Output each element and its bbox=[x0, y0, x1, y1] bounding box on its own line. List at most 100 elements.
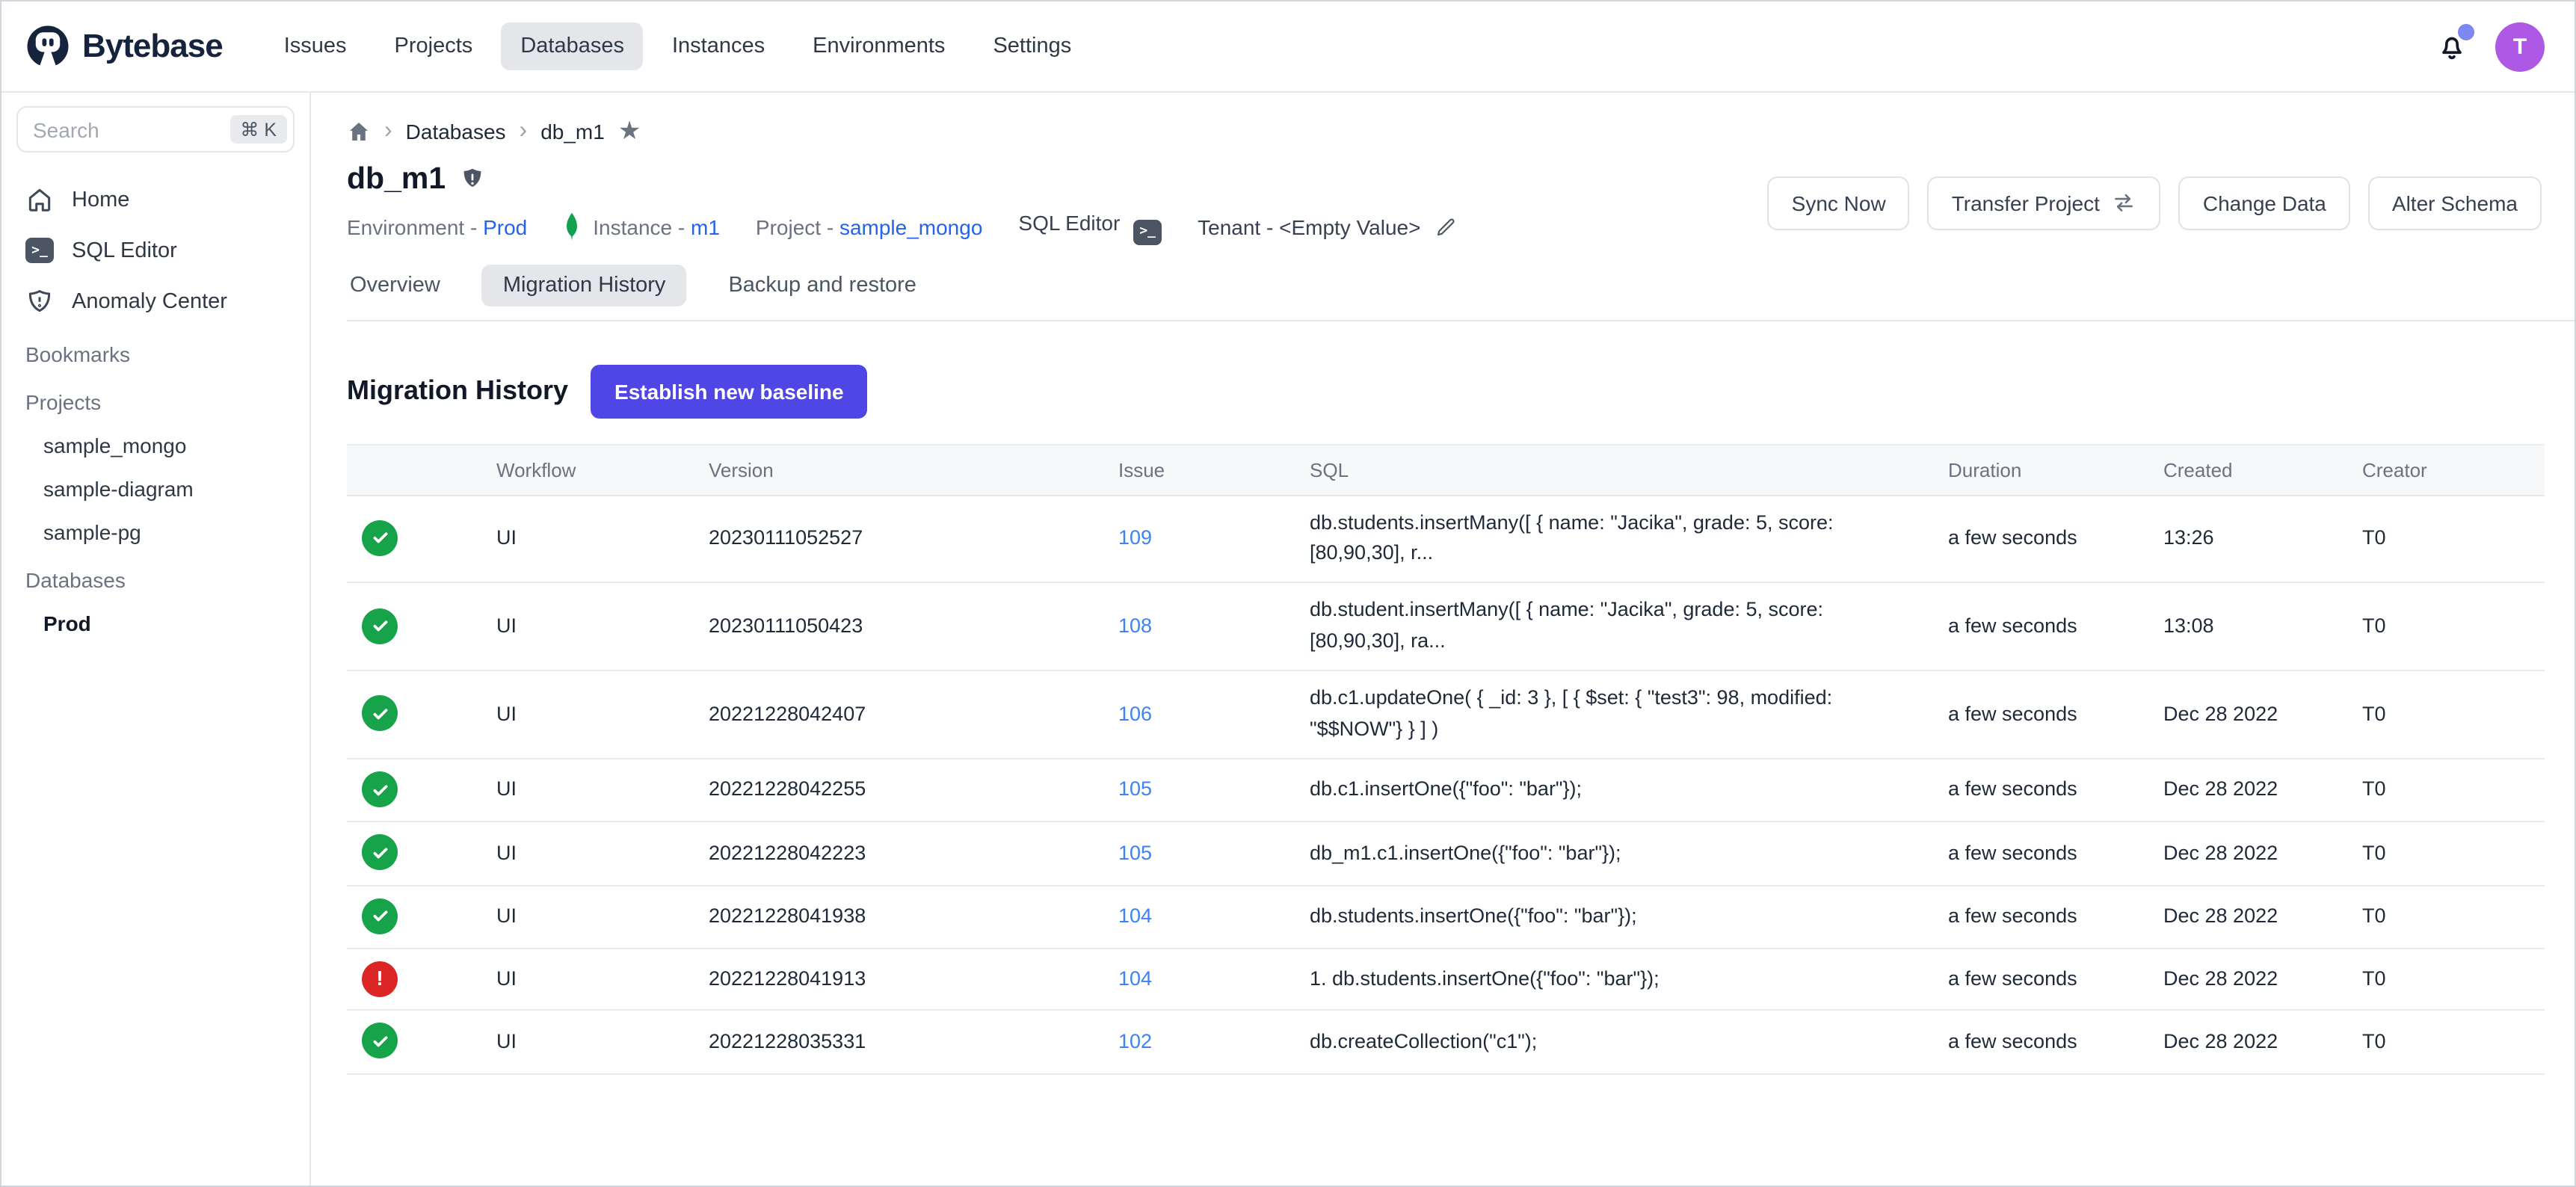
table-row[interactable]: UI20230111052527109db.students.insertMan… bbox=[347, 495, 2545, 583]
creator-cell: T0 bbox=[2347, 1011, 2545, 1074]
tab-migration-history[interactable]: Migration History bbox=[482, 264, 687, 306]
sql-editor-link[interactable]: SQL Editor >_ bbox=[1018, 211, 1162, 244]
table-row[interactable]: UI20221228041938 104 db.students.insertOne… bbox=[347, 886, 2545, 949]
version-cell: 20221228041913 bbox=[694, 949, 1103, 1011]
sql-cell: db_m1.c1.insertOne({"foo": "bar"}); bbox=[1295, 822, 1933, 886]
issue-link[interactable]: 105 bbox=[1118, 778, 1152, 801]
success-check-icon bbox=[362, 696, 398, 732]
created-cell: Dec 28 2022 bbox=[2148, 670, 2347, 759]
search-box[interactable]: ⌘ K bbox=[16, 106, 295, 152]
breadcrumb-db-m1[interactable]: db_m1 bbox=[540, 119, 605, 143]
issue-link[interactable]: 109 bbox=[1118, 526, 1152, 549]
issue-link[interactable]: 104 bbox=[1118, 904, 1152, 927]
shield-alert-icon[interactable] bbox=[459, 166, 486, 193]
tab-overview[interactable]: Overview bbox=[347, 264, 443, 306]
issue-link[interactable]: 104 bbox=[1118, 967, 1152, 990]
success-check-icon bbox=[362, 1023, 398, 1059]
sync-now-button[interactable]: Sync Now bbox=[1768, 176, 1910, 230]
status-cell: ! bbox=[347, 949, 481, 1011]
page-title: db_m1 bbox=[347, 161, 446, 197]
success-check-icon bbox=[362, 835, 398, 871]
nav-settings[interactable]: Settings bbox=[973, 22, 1091, 70]
sidebar-item-sql-editor[interactable]: >_ SQL Editor bbox=[16, 226, 295, 275]
sidebar-item-sample-diagram[interactable]: sample-diagram bbox=[16, 466, 295, 510]
shield-icon bbox=[25, 287, 54, 315]
section-title: Migration History bbox=[347, 375, 568, 407]
brand-name: Bytebase bbox=[82, 27, 223, 66]
success-check-icon bbox=[362, 898, 398, 934]
duration-cell: a few seconds bbox=[1933, 822, 2148, 886]
table-row[interactable]: !UI202212280419131041. db.students.inser… bbox=[347, 949, 2545, 1011]
sidebar-item-prod[interactable]: Prod bbox=[16, 601, 295, 644]
environment-link[interactable]: Prod bbox=[483, 216, 527, 240]
workflow-cell: UI bbox=[481, 670, 694, 759]
alter-schema-button[interactable]: Alter Schema bbox=[2368, 176, 2542, 230]
version-cell: 20221228035331 bbox=[694, 1011, 1103, 1074]
success-check-icon bbox=[362, 771, 398, 807]
issue-cell: 104 bbox=[1103, 949, 1295, 1011]
duration-cell: a few seconds bbox=[1933, 886, 2148, 949]
avatar[interactable]: T bbox=[2495, 22, 2545, 71]
terminal-icon: >_ bbox=[25, 238, 54, 263]
duration-cell: a few seconds bbox=[1933, 1011, 2148, 1074]
edit-pencil-icon[interactable] bbox=[1434, 216, 1458, 240]
breadcrumb-home-icon[interactable] bbox=[347, 119, 371, 143]
project-meta: Project - sample_mongo bbox=[756, 216, 983, 240]
transfer-project-button[interactable]: Transfer Project bbox=[1928, 176, 2161, 230]
created-cell: Dec 28 2022 bbox=[2148, 759, 2347, 822]
table-row[interactable]: UI20221228035331102db.createCollection("… bbox=[347, 1011, 2545, 1074]
nav-environments[interactable]: Environments bbox=[793, 22, 964, 70]
table-row[interactable]: UI20221228042255105db.c1.insertOne({"foo… bbox=[347, 759, 2545, 822]
bytebase-logo[interactable]: Bytebase bbox=[25, 24, 223, 69]
issue-cell: 105 bbox=[1103, 759, 1295, 822]
sidebar-item-sample-mongo[interactable]: sample_mongo bbox=[16, 423, 295, 466]
notification-dot bbox=[2458, 24, 2474, 40]
favorite-star-icon[interactable]: ★ bbox=[618, 118, 641, 144]
sql-cell: db.c1.updateOne( { _id: 3 }, [ { $set: {… bbox=[1295, 670, 1933, 759]
issue-link[interactable]: 108 bbox=[1118, 614, 1152, 637]
created-cell: Dec 28 2022 bbox=[2148, 822, 2347, 886]
sidebar-item-sample-pg[interactable]: sample-pg bbox=[16, 510, 295, 553]
breadcrumb-databases[interactable]: Databases bbox=[406, 119, 506, 143]
migration-table-body: UI20230111052527109db.students.insertMan… bbox=[347, 495, 2545, 1073]
change-data-button[interactable]: Change Data bbox=[2179, 176, 2350, 230]
sidebar-item-home[interactable]: Home bbox=[16, 173, 295, 226]
issue-link[interactable]: 105 bbox=[1118, 841, 1152, 863]
created-cell: Dec 28 2022 bbox=[2148, 1011, 2347, 1074]
project-link[interactable]: sample_mongo bbox=[839, 216, 982, 240]
nav-databases[interactable]: Databases bbox=[501, 22, 644, 70]
tab-backup-and-restore[interactable]: Backup and restore bbox=[725, 264, 919, 306]
database-meta-row: Environment - Prod Instance - m1 bbox=[347, 211, 1458, 244]
instance-link[interactable]: m1 bbox=[691, 216, 720, 240]
version-cell: 20221228041938 bbox=[694, 886, 1103, 949]
col-issue: Issue bbox=[1103, 444, 1295, 495]
terminal-icon: >_ bbox=[1133, 219, 1162, 244]
search-input[interactable] bbox=[33, 117, 229, 141]
created-cell: 13:26 bbox=[2148, 495, 2347, 583]
sidebar-item-anomaly-center[interactable]: Anomaly Center bbox=[16, 275, 295, 327]
page-actions: Sync Now Transfer Project Change Data Al… bbox=[1768, 176, 2542, 230]
breadcrumb-separator: › bbox=[520, 119, 528, 143]
table-row[interactable]: UI20230111050423108db.student.insertMany… bbox=[347, 583, 2545, 671]
created-cell: Dec 28 2022 bbox=[2148, 886, 2347, 949]
top-navigation: Issues Projects Databases Instances Envi… bbox=[265, 22, 1091, 70]
creator-cell: T0 bbox=[2347, 670, 2545, 759]
issue-link[interactable]: 102 bbox=[1118, 1029, 1152, 1052]
success-check-icon bbox=[362, 608, 398, 644]
col-version: Version bbox=[694, 444, 1103, 495]
table-row[interactable]: UI20221228042223105db_m1.c1.insertOne({"… bbox=[347, 822, 2545, 886]
sidebar-section-bookmarks: Bookmarks bbox=[16, 327, 295, 375]
establish-baseline-button[interactable]: Establish new baseline bbox=[591, 364, 868, 418]
sql-cell: db.students.insertOne({"foo": "bar"}); bbox=[1295, 886, 1933, 949]
issue-link[interactable]: 106 bbox=[1118, 702, 1152, 724]
col-created: Created bbox=[2148, 444, 2347, 495]
environment-meta: Environment - Prod bbox=[347, 216, 527, 240]
nav-instances[interactable]: Instances bbox=[653, 22, 784, 70]
table-row[interactable]: UI20221228042407106db.c1.updateOne( { _i… bbox=[347, 670, 2545, 759]
home-icon bbox=[25, 185, 54, 214]
workflow-cell: UI bbox=[481, 886, 694, 949]
notification-bell-icon[interactable] bbox=[2435, 28, 2468, 64]
nav-issues[interactable]: Issues bbox=[265, 22, 366, 70]
nav-projects[interactable]: Projects bbox=[375, 22, 493, 70]
issue-cell: 104 bbox=[1103, 886, 1295, 949]
